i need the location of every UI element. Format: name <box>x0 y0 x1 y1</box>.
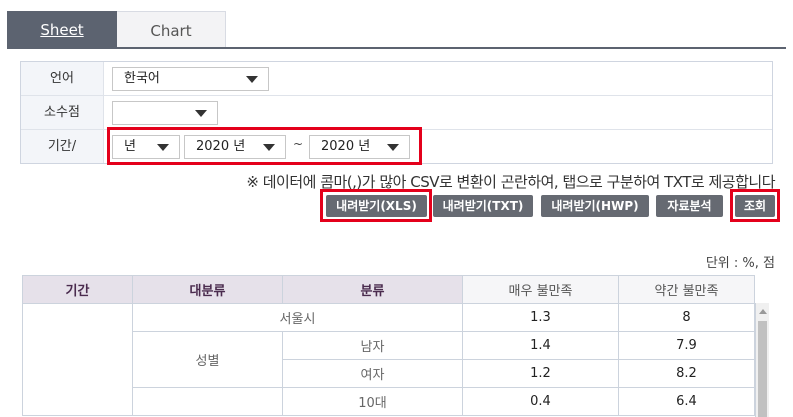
row-category: 10대 <box>282 387 463 416</box>
row-category: 여자 <box>282 359 463 388</box>
table-row: 10대 0.4 6.4 <box>23 387 755 416</box>
header-period[interactable]: 기간 <box>22 275 133 304</box>
cell-value: 1.2 <box>462 359 619 388</box>
header-very-dissatisfied[interactable]: 매우 불만족 <box>462 275 619 304</box>
row-category: 남자 <box>282 331 463 360</box>
language-select[interactable]: 한국어 <box>112 67 269 91</box>
period-label: 기간/ <box>21 130 104 163</box>
csv-notice: ※ 데이터에 콤마(,)가 많아 CSV로 변환이 곤란하여, 탭으로 구분하여… <box>246 173 775 191</box>
tab-underline <box>7 47 786 49</box>
decimal-label: 소수점 <box>21 96 104 129</box>
tab-chart[interactable]: Chart <box>117 11 226 49</box>
scroll-thumb[interactable] <box>758 321 767 417</box>
xls-highlight <box>320 189 432 222</box>
table-header-row: 기간 대분류 분류 매우 불만족 약간 불만족 <box>22 275 755 304</box>
row-major: 서울시 <box>132 303 463 332</box>
row-major: 성별 <box>132 331 283 388</box>
download-hwp-button[interactable]: 내려받기(HWP) <box>541 195 649 217</box>
cell-value: 1.3 <box>462 303 619 332</box>
scroll-up-arrow-icon[interactable] <box>759 309 767 314</box>
filter-row-language: 언어 한국어 <box>21 62 772 96</box>
header-major[interactable]: 대분류 <box>132 275 283 304</box>
language-select-value: 한국어 <box>124 71 160 86</box>
header-category[interactable]: 분류 <box>282 275 463 304</box>
row-major <box>132 387 283 416</box>
cell-value: 8 <box>618 303 755 332</box>
cell-value: 7.9 <box>618 331 755 360</box>
chevron-down-icon <box>195 110 207 117</box>
tab-sheet[interactable]: Sheet <box>7 11 117 49</box>
cell-value: 1.4 <box>462 331 619 360</box>
table-row: 서울시 1.3 8 <box>22 303 755 416</box>
search-highlight <box>730 189 780 222</box>
analysis-button[interactable]: 자료분석 <box>656 195 723 217</box>
chevron-down-icon <box>246 76 258 83</box>
table-row: 성별 남자 1.4 7.9 <box>23 331 755 388</box>
download-txt-button[interactable]: 내려받기(TXT) <box>433 195 533 217</box>
period-highlight <box>107 127 422 165</box>
data-table: 기간 대분류 분류 매우 불만족 약간 불만족 서울시 1.3 8 성별 남자 … <box>22 275 755 416</box>
unit-label: 단위 : %, 점 <box>705 256 775 271</box>
period-cell <box>22 303 133 416</box>
header-somewhat-dissatisfied[interactable]: 약간 불만족 <box>618 275 755 304</box>
language-label: 언어 <box>21 62 104 95</box>
table-scrollbar[interactable] <box>755 303 769 417</box>
decimal-select[interactable] <box>112 101 218 125</box>
filter-row-decimal: 소수점 <box>21 96 772 130</box>
cell-value: 0.4 <box>462 387 619 416</box>
cell-value: 6.4 <box>618 387 755 416</box>
cell-value: 8.2 <box>618 359 755 388</box>
tab-bar: Sheet Chart <box>7 11 786 49</box>
